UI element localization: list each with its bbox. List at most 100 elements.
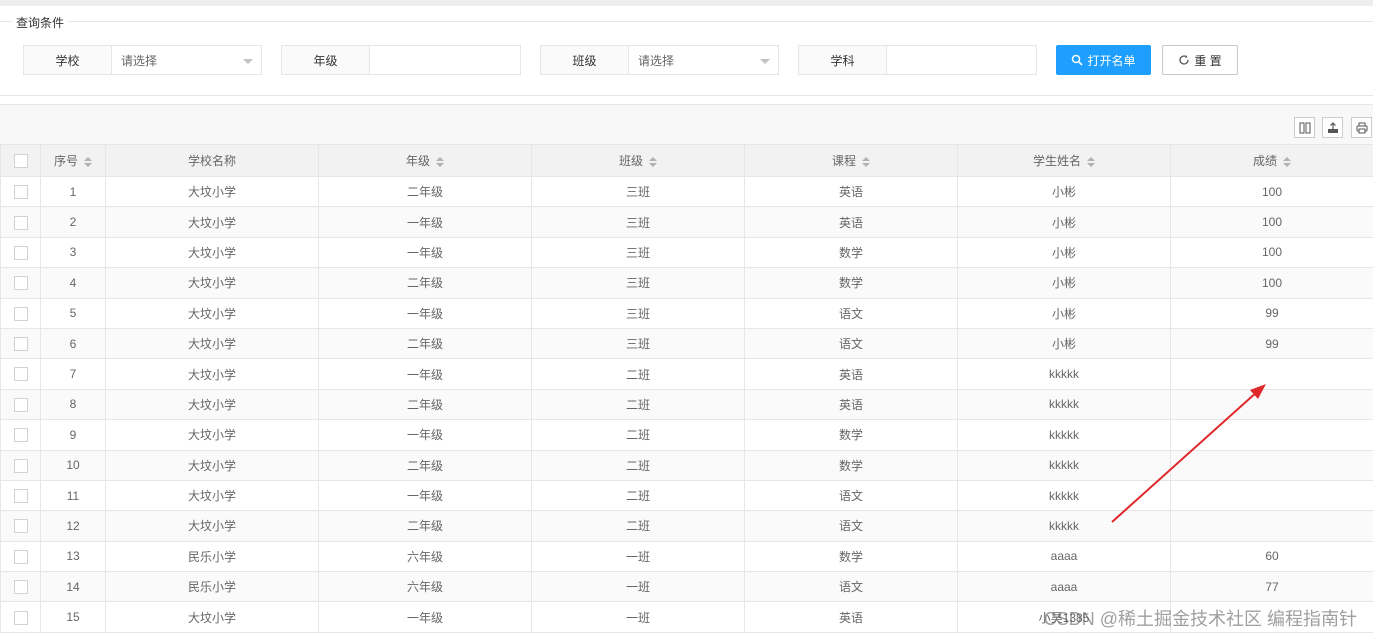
table-row[interactable]: 11 大坟小学 一年级 二班 语文 kkkkk — [0, 479, 1373, 512]
cell-score — [1170, 449, 1373, 481]
table-row[interactable]: 13 民乐小学 六年级 一班 数学 aaaa 60 — [0, 540, 1373, 573]
columns-filter-icon[interactable] — [1294, 117, 1315, 138]
row-checkbox[interactable] — [13, 215, 28, 230]
row-checkbox[interactable] — [13, 185, 28, 200]
column-header-grade[interactable]: 年级 — [318, 144, 532, 177]
row-checkbox[interactable] — [13, 276, 28, 291]
cell-course: 数学 — [744, 236, 958, 269]
row-checkbox[interactable] — [13, 610, 28, 625]
row-select-cell[interactable] — [0, 510, 41, 542]
class-select[interactable]: 班级 请选择 — [540, 45, 779, 75]
row-select-cell[interactable] — [0, 419, 41, 451]
table-row[interactable]: 12 大坟小学 二年级 二班 语文 kkkkk — [0, 510, 1373, 542]
sort-icon[interactable] — [649, 156, 657, 167]
row-checkbox[interactable] — [13, 489, 28, 504]
row-select-cell[interactable] — [0, 540, 41, 573]
column-header-class[interactable]: 班级 — [531, 144, 745, 177]
grade-input[interactable] — [370, 46, 520, 74]
row-select-cell[interactable] — [0, 175, 41, 208]
cell-seq: 4 — [40, 267, 106, 299]
row-select-cell[interactable] — [0, 327, 41, 360]
subject-input[interactable] — [887, 46, 1036, 74]
class-label: 班级 — [541, 46, 629, 74]
row-select-cell[interactable] — [0, 267, 41, 299]
table-row[interactable]: 3 大坟小学 一年级 三班 数学 小彬 100 — [0, 236, 1373, 269]
table-row[interactable]: 10 大坟小学 二年级 二班 数学 kkkkk — [0, 449, 1373, 481]
cell-student: 小彬 — [957, 175, 1171, 208]
cell-student: kkkkk — [957, 358, 1171, 390]
cell-score: 100 — [1170, 267, 1373, 299]
cell-class: 二班 — [531, 479, 745, 512]
row-select-cell[interactable] — [0, 236, 41, 269]
table-row[interactable]: 8 大坟小学 二年级 二班 英语 kkkkk — [0, 388, 1373, 421]
cell-school: 大坟小学 — [105, 479, 319, 512]
cell-class: 一班 — [531, 540, 745, 573]
class-select-value[interactable]: 请选择 — [629, 46, 778, 74]
row-checkbox[interactable] — [13, 245, 28, 260]
row-select-cell[interactable] — [0, 388, 41, 421]
cell-school: 大坟小学 — [105, 206, 319, 238]
subject-field[interactable]: 学科 — [798, 45, 1037, 75]
cell-grade: 六年级 — [318, 540, 532, 573]
row-checkbox[interactable] — [13, 519, 28, 534]
cell-student: 小彬 — [957, 236, 1171, 269]
table-row[interactable]: 4 大坟小学 二年级 三班 数学 小彬 100 — [0, 267, 1373, 299]
column-header-course[interactable]: 课程 — [744, 144, 958, 177]
sort-icon[interactable] — [1087, 156, 1095, 167]
row-checkbox[interactable] — [13, 306, 28, 321]
cell-seq: 7 — [40, 358, 106, 390]
print-icon[interactable] — [1351, 117, 1372, 138]
table-row[interactable]: 7 大坟小学 一年级 二班 英语 kkkkk — [0, 358, 1373, 390]
sort-icon[interactable] — [436, 156, 444, 167]
cell-school: 大坟小学 — [105, 327, 319, 360]
cell-seq: 14 — [40, 571, 106, 603]
row-select-cell[interactable] — [0, 449, 41, 481]
cell-seq: 1 — [40, 175, 106, 208]
export-icon[interactable] — [1322, 117, 1343, 138]
school-select-value[interactable]: 请选择 — [112, 46, 261, 74]
row-checkbox[interactable] — [13, 549, 28, 564]
sort-icon[interactable] — [1283, 156, 1291, 167]
cell-seq: 6 — [40, 327, 106, 360]
row-select-cell[interactable] — [0, 206, 41, 238]
row-checkbox[interactable] — [13, 367, 28, 382]
school-select[interactable]: 学校 请选择 — [23, 45, 262, 75]
grade-field[interactable]: 年级 — [281, 45, 521, 75]
table-row[interactable]: 6 大坟小学 二年级 三班 语文 小彬 99 — [0, 327, 1373, 360]
row-checkbox[interactable] — [13, 337, 28, 352]
row-checkbox[interactable] — [13, 397, 28, 412]
table-row[interactable]: 14 民乐小学 六年级 一班 语文 aaaa 77 — [0, 571, 1373, 603]
column-header-score[interactable]: 成绩 — [1170, 144, 1373, 177]
cell-score — [1170, 479, 1373, 512]
reset-button[interactable]: 重 置 — [1162, 45, 1238, 75]
sort-icon[interactable] — [862, 156, 870, 167]
cell-school: 大坟小学 — [105, 175, 319, 208]
table-row[interactable]: 5 大坟小学 一年级 三班 语文 小彬 99 — [0, 297, 1373, 329]
table-row[interactable]: 9 大坟小学 一年级 二班 数学 kkkkk — [0, 419, 1373, 451]
row-select-cell[interactable] — [0, 479, 41, 512]
row-checkbox[interactable] — [13, 580, 28, 595]
table-row[interactable]: 2 大坟小学 一年级 三班 英语 小彬 100 — [0, 206, 1373, 238]
select-all-checkbox[interactable] — [13, 153, 28, 168]
open-list-button[interactable]: 打开名单 — [1056, 45, 1151, 75]
row-checkbox[interactable] — [13, 428, 28, 443]
cell-school: 大坟小学 — [105, 510, 319, 542]
cell-seq: 13 — [40, 540, 106, 573]
row-select-cell[interactable] — [0, 358, 41, 390]
table-row[interactable]: 1 大坟小学 二年级 三班 英语 小彬 100 — [0, 175, 1373, 208]
column-header-student[interactable]: 学生姓名 — [957, 144, 1171, 177]
row-select-cell[interactable] — [0, 601, 41, 633]
cell-school: 大坟小学 — [105, 449, 319, 481]
search-icon — [1072, 54, 1084, 66]
cell-course: 数学 — [744, 267, 958, 299]
cell-score: 100 — [1170, 206, 1373, 238]
sort-icon[interactable] — [84, 156, 92, 167]
row-select-cell[interactable] — [0, 571, 41, 603]
cell-school: 大坟小学 — [105, 267, 319, 299]
select-all-cell[interactable] — [0, 144, 41, 177]
column-header-seq[interactable]: 序号 — [40, 144, 106, 177]
row-select-cell[interactable] — [0, 297, 41, 329]
cell-course: 英语 — [744, 358, 958, 390]
row-checkbox[interactable] — [13, 458, 28, 473]
cell-seq: 8 — [40, 388, 106, 421]
